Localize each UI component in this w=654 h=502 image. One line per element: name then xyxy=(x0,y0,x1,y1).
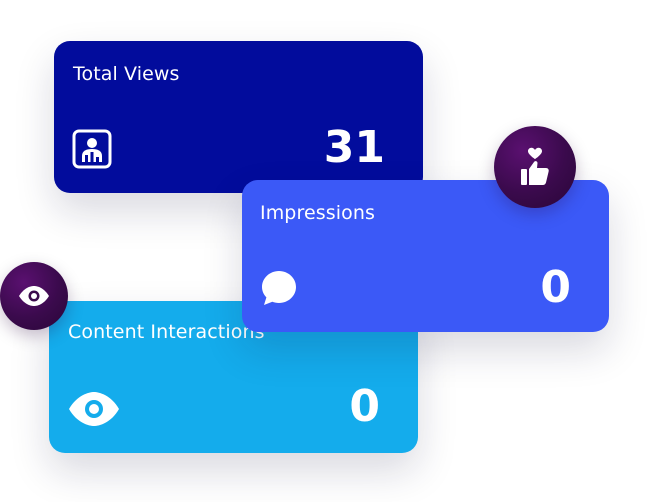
total-views-card: Total Views 31 xyxy=(54,41,423,193)
card-title: Content Interactions xyxy=(68,321,265,343)
eye-icon xyxy=(19,286,49,306)
eye-icon xyxy=(69,392,119,426)
thumbs-up-heart-icon xyxy=(521,147,549,185)
stats-widget: Total Views 31 Content Interactions 0 Im… xyxy=(0,0,654,502)
card-title: Total Views xyxy=(73,63,180,85)
user-chart-icon xyxy=(72,129,112,169)
content-interactions-value: 0 xyxy=(349,381,380,432)
like-badge xyxy=(494,126,576,208)
total-views-value: 31 xyxy=(323,122,385,173)
view-badge xyxy=(0,262,68,330)
speech-bubble-icon xyxy=(262,271,296,305)
impressions-value: 0 xyxy=(540,262,571,313)
card-title: Impressions xyxy=(260,202,375,224)
